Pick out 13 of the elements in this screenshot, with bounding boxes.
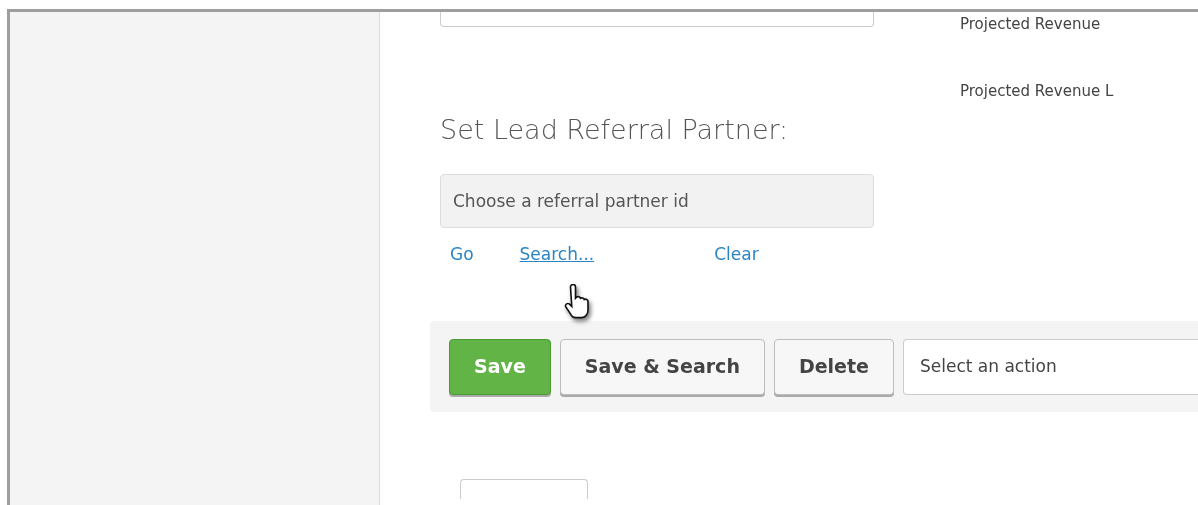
field-label: Projected Revenue [960,14,1102,35]
link[interactable]: Clear [714,241,759,267]
action-button[interactable]: Save & Search [559,338,765,395]
dropdown-field[interactable] [440,12,874,27]
field-label: Projected Revenue L [960,80,1114,102]
link[interactable]: Search... [519,241,595,267]
action-select[interactable]: Select an action [902,338,1198,395]
action-button[interactable]: Save [449,338,551,395]
small-button[interactable] [460,479,588,499]
link[interactable]: Go [450,241,474,267]
partner-id-field[interactable]: Choose a referral partner id [440,173,874,228]
action-button[interactable]: Delete [773,338,894,395]
section-title: Set Lead Referral Partner: [440,113,789,147]
